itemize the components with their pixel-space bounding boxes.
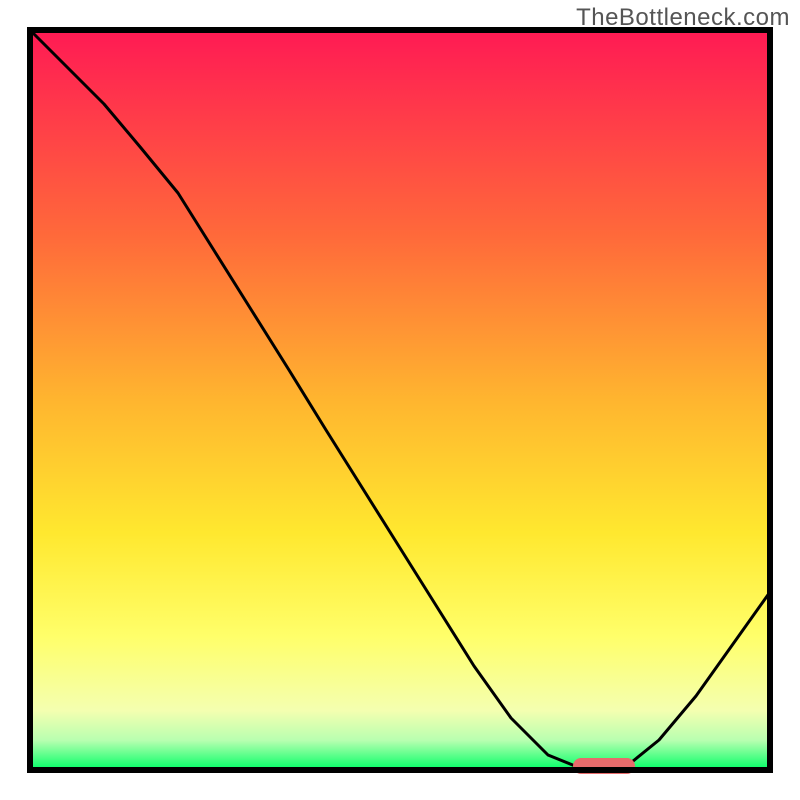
watermark-text: TheBottleneck.com: [576, 4, 790, 32]
bottleneck-chart: [0, 0, 800, 800]
chart-container: TheBottleneck.com: [0, 0, 800, 800]
plot-area: [30, 30, 770, 774]
gradient-background: [30, 30, 770, 770]
